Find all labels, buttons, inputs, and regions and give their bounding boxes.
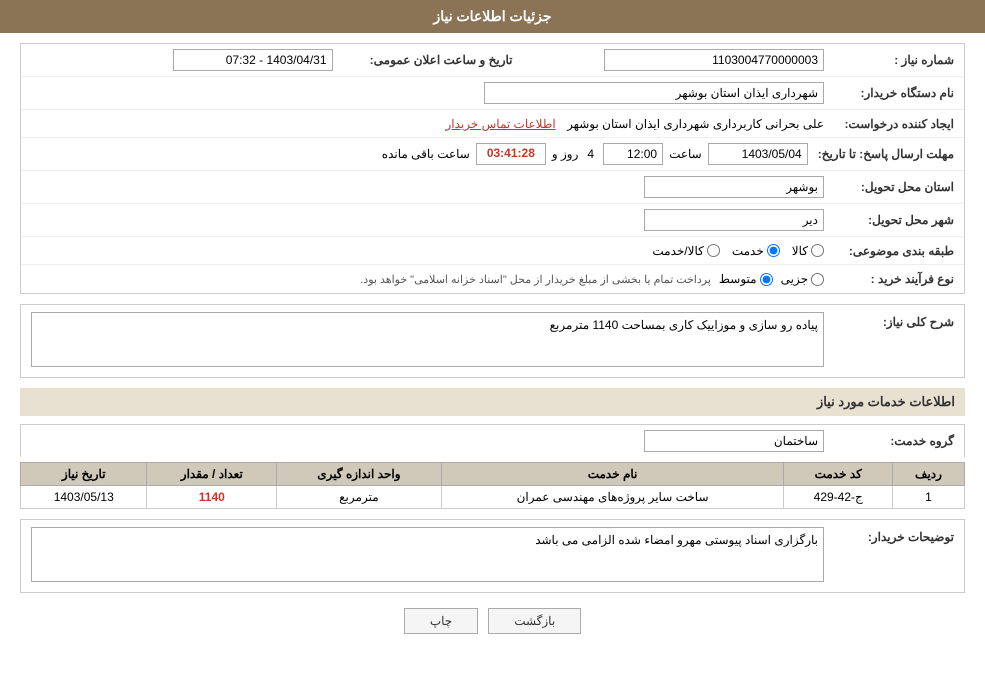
category-radio-group: کالا خدمت کالا/خدمت (31, 244, 824, 258)
buyer-notes-label: توضیحات خریدار: (829, 525, 959, 546)
category-kala-label: کالا (792, 244, 808, 258)
category-kala-khedmat-label: کالا/خدمت (652, 244, 703, 258)
purchase-jozii-label: جزیی (781, 272, 808, 286)
row-description: شرح کلی نیاز: پیاده رو سازی و موزاییک کا… (21, 305, 964, 377)
row-province: استان محل تحویل: (21, 171, 964, 204)
row-city: شهر محل تحویل: (21, 204, 964, 237)
service-group-input[interactable] (644, 430, 824, 452)
service-table: ردیف کد خدمت نام خدمت واحد اندازه گیری ت… (20, 462, 965, 509)
creator-label: ایجاد کننده درخواست: (829, 115, 959, 133)
row-category: طبقه بندی موضوعی: کالا خدمت (21, 237, 964, 265)
creator-link[interactable]: اطلاعات تماس خریدار (446, 117, 556, 131)
services-section: اطلاعات خدمات مورد نیاز گروه خدمت: ردیف … (20, 388, 965, 509)
requester-org-value-cell (26, 80, 829, 106)
th-row-num: ردیف (892, 463, 964, 486)
city-label: شهر محل تحویل: (829, 211, 959, 229)
category-kala-radio[interactable] (811, 244, 824, 257)
th-quantity: تعداد / مقدار (147, 463, 277, 486)
need-number-input[interactable] (604, 49, 824, 71)
buyer-notes-section: توضیحات خریدار: بارگزاری اسناد پیوستی مه… (20, 519, 965, 593)
category-khedmat-item: خدمت (732, 244, 780, 258)
city-input[interactable] (644, 209, 824, 231)
description-textarea[interactable]: پیاده رو سازی و موزاییک کاری بمساحت 1140… (31, 312, 824, 367)
announce-date-value-cell (26, 47, 338, 73)
category-kala-khedmat-radio[interactable] (707, 244, 720, 257)
row-purchase-type: نوع فرآیند خرید : جزیی متوسط پرداخت تمام… (21, 265, 964, 293)
announce-date-input[interactable] (173, 49, 333, 71)
category-kala-item: کالا (792, 244, 824, 258)
purchase-jozii-radio[interactable] (811, 273, 824, 286)
requester-org-label: نام دستگاه خریدار: (829, 84, 959, 102)
row-requester-org: نام دستگاه خریدار: (21, 77, 964, 110)
th-service-name: نام خدمت (441, 463, 784, 486)
purchase-jozii-item: جزیی (781, 272, 824, 286)
purchase-motavasset-item: متوسط (719, 272, 773, 286)
need-number-label: شماره نیاز : (829, 51, 959, 69)
bottom-buttons: بازگشت چاپ (20, 608, 965, 634)
row-service-group: گروه خدمت: (20, 424, 965, 457)
category-khedmat-label: خدمت (732, 244, 764, 258)
purchase-type-label: نوع فرآیند خرید : (829, 270, 959, 288)
row-buyer-notes: توضیحات خریدار: بارگزاری اسناد پیوستی مه… (21, 520, 964, 592)
purchase-type-note: پرداخت تمام یا بخشی از مبلغ خریدار از مح… (360, 273, 711, 286)
purchase-motavasset-radio[interactable] (760, 273, 773, 286)
service-group-label: گروه خدمت: (829, 432, 959, 450)
response-remaining-label: ساعت باقی مانده (382, 147, 470, 161)
services-title: اطلاعات خدمات مورد نیاز (20, 388, 965, 416)
th-unit: واحد اندازه گیری (277, 463, 441, 486)
print-button[interactable]: چاپ (404, 608, 478, 634)
buyer-notes-value-cell: بارگزاری اسناد پیوستی مهرو امضاء شده الز… (26, 525, 829, 587)
table-row: 1 ج-42-429 ساخت سایر پروژه‌های مهندسی عم… (21, 486, 965, 509)
td-service-code: ج-42-429 (784, 486, 893, 509)
response-remaining-timer: 03:41:28 (476, 143, 546, 165)
service-group-value-cell (26, 428, 829, 454)
province-value-cell (26, 174, 829, 200)
td-service-name: ساخت سایر پروژه‌های مهندسی عمران (441, 486, 784, 509)
category-value-cell: کالا خدمت کالا/خدمت (26, 242, 829, 260)
th-service-code: کد خدمت (784, 463, 893, 486)
description-section: شرح کلی نیاز: پیاده رو سازی و موزاییک کا… (20, 304, 965, 378)
row-need-number: شماره نیاز : تاریخ و ساعت اعلان عمومی: (21, 44, 964, 77)
table-header-row: ردیف کد خدمت نام خدمت واحد اندازه گیری ت… (21, 463, 965, 486)
requester-org-input[interactable] (484, 82, 824, 104)
th-date: تاریخ نیاز (21, 463, 147, 486)
announce-date-label: تاریخ و ساعت اعلان عمومی: (338, 51, 518, 69)
response-date-input[interactable] (708, 143, 808, 165)
purchase-motavasset-label: متوسط (719, 272, 757, 286)
td-unit: مترمربع (277, 486, 441, 509)
response-date-value-cell: ساعت 4 روز و 03:41:28 ساعت باقی مانده (26, 141, 813, 167)
creator-value-cell: علی بحرانی کاربرداری شهرداری ایذان استان… (26, 115, 829, 133)
response-time-input[interactable] (603, 143, 663, 165)
province-input[interactable] (644, 176, 824, 198)
buyer-notes-textarea[interactable]: بارگزاری اسناد پیوستی مهرو امضاء شده الز… (31, 527, 824, 582)
description-value-cell: پیاده رو سازی و موزاییک کاری بمساحت 1140… (26, 310, 829, 372)
province-label: استان محل تحویل: (829, 178, 959, 196)
back-button[interactable]: بازگشت (488, 608, 581, 634)
response-time-label: ساعت (669, 147, 702, 161)
main-form-section: شماره نیاز : تاریخ و ساعت اعلان عمومی: ن… (20, 43, 965, 294)
city-value-cell (26, 207, 829, 233)
page-title-text: جزئیات اطلاعات نیاز (433, 8, 551, 24)
category-kala-khedmat-item: کالا/خدمت (652, 244, 719, 258)
td-date: 1403/05/13 (21, 486, 147, 509)
response-date-label: مهلت ارسال پاسخ: تا تاریخ: (813, 145, 959, 163)
response-days-value: 4 (584, 147, 597, 161)
category-label: طبقه بندی موضوعی: (829, 242, 959, 260)
row-creator: ایجاد کننده درخواست: علی بحرانی کاربردار… (21, 110, 964, 138)
td-row-num: 1 (892, 486, 964, 509)
content-area: شماره نیاز : تاریخ و ساعت اعلان عمومی: ن… (0, 33, 985, 659)
creator-value: علی بحرانی کاربرداری شهرداری ایذان استان… (559, 117, 824, 131)
category-khedmat-radio[interactable] (767, 244, 780, 257)
description-label: شرح کلی نیاز: (829, 310, 959, 331)
page-title: جزئیات اطلاعات نیاز (0, 0, 985, 33)
purchase-type-value-cell: جزیی متوسط پرداخت تمام یا بخشی از مبلغ خ… (26, 270, 829, 288)
page-wrapper: جزئیات اطلاعات نیاز شماره نیاز : تاریخ و… (0, 0, 985, 691)
row-response-date: مهلت ارسال پاسخ: تا تاریخ: ساعت 4 روز و … (21, 138, 964, 171)
td-quantity: 1140 (147, 486, 277, 509)
response-days-label: روز و (552, 147, 579, 161)
need-number-value-cell (518, 47, 830, 73)
